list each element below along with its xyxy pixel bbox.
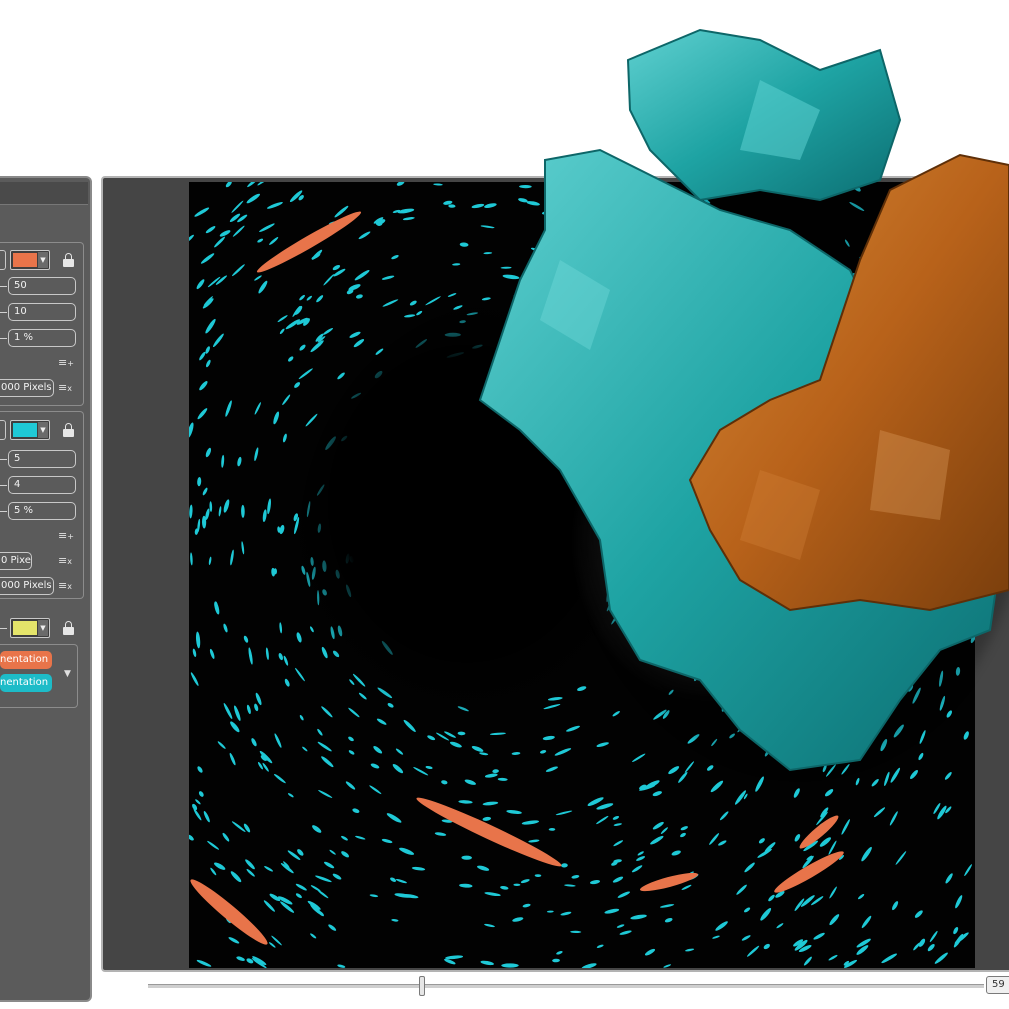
slice-number-field[interactable]: 59 [986, 976, 1009, 994]
slice-slider-thumb[interactable] [419, 976, 425, 996]
3d-rendering [478, 28, 1009, 772]
slice-slider-track[interactable] [148, 984, 984, 988]
